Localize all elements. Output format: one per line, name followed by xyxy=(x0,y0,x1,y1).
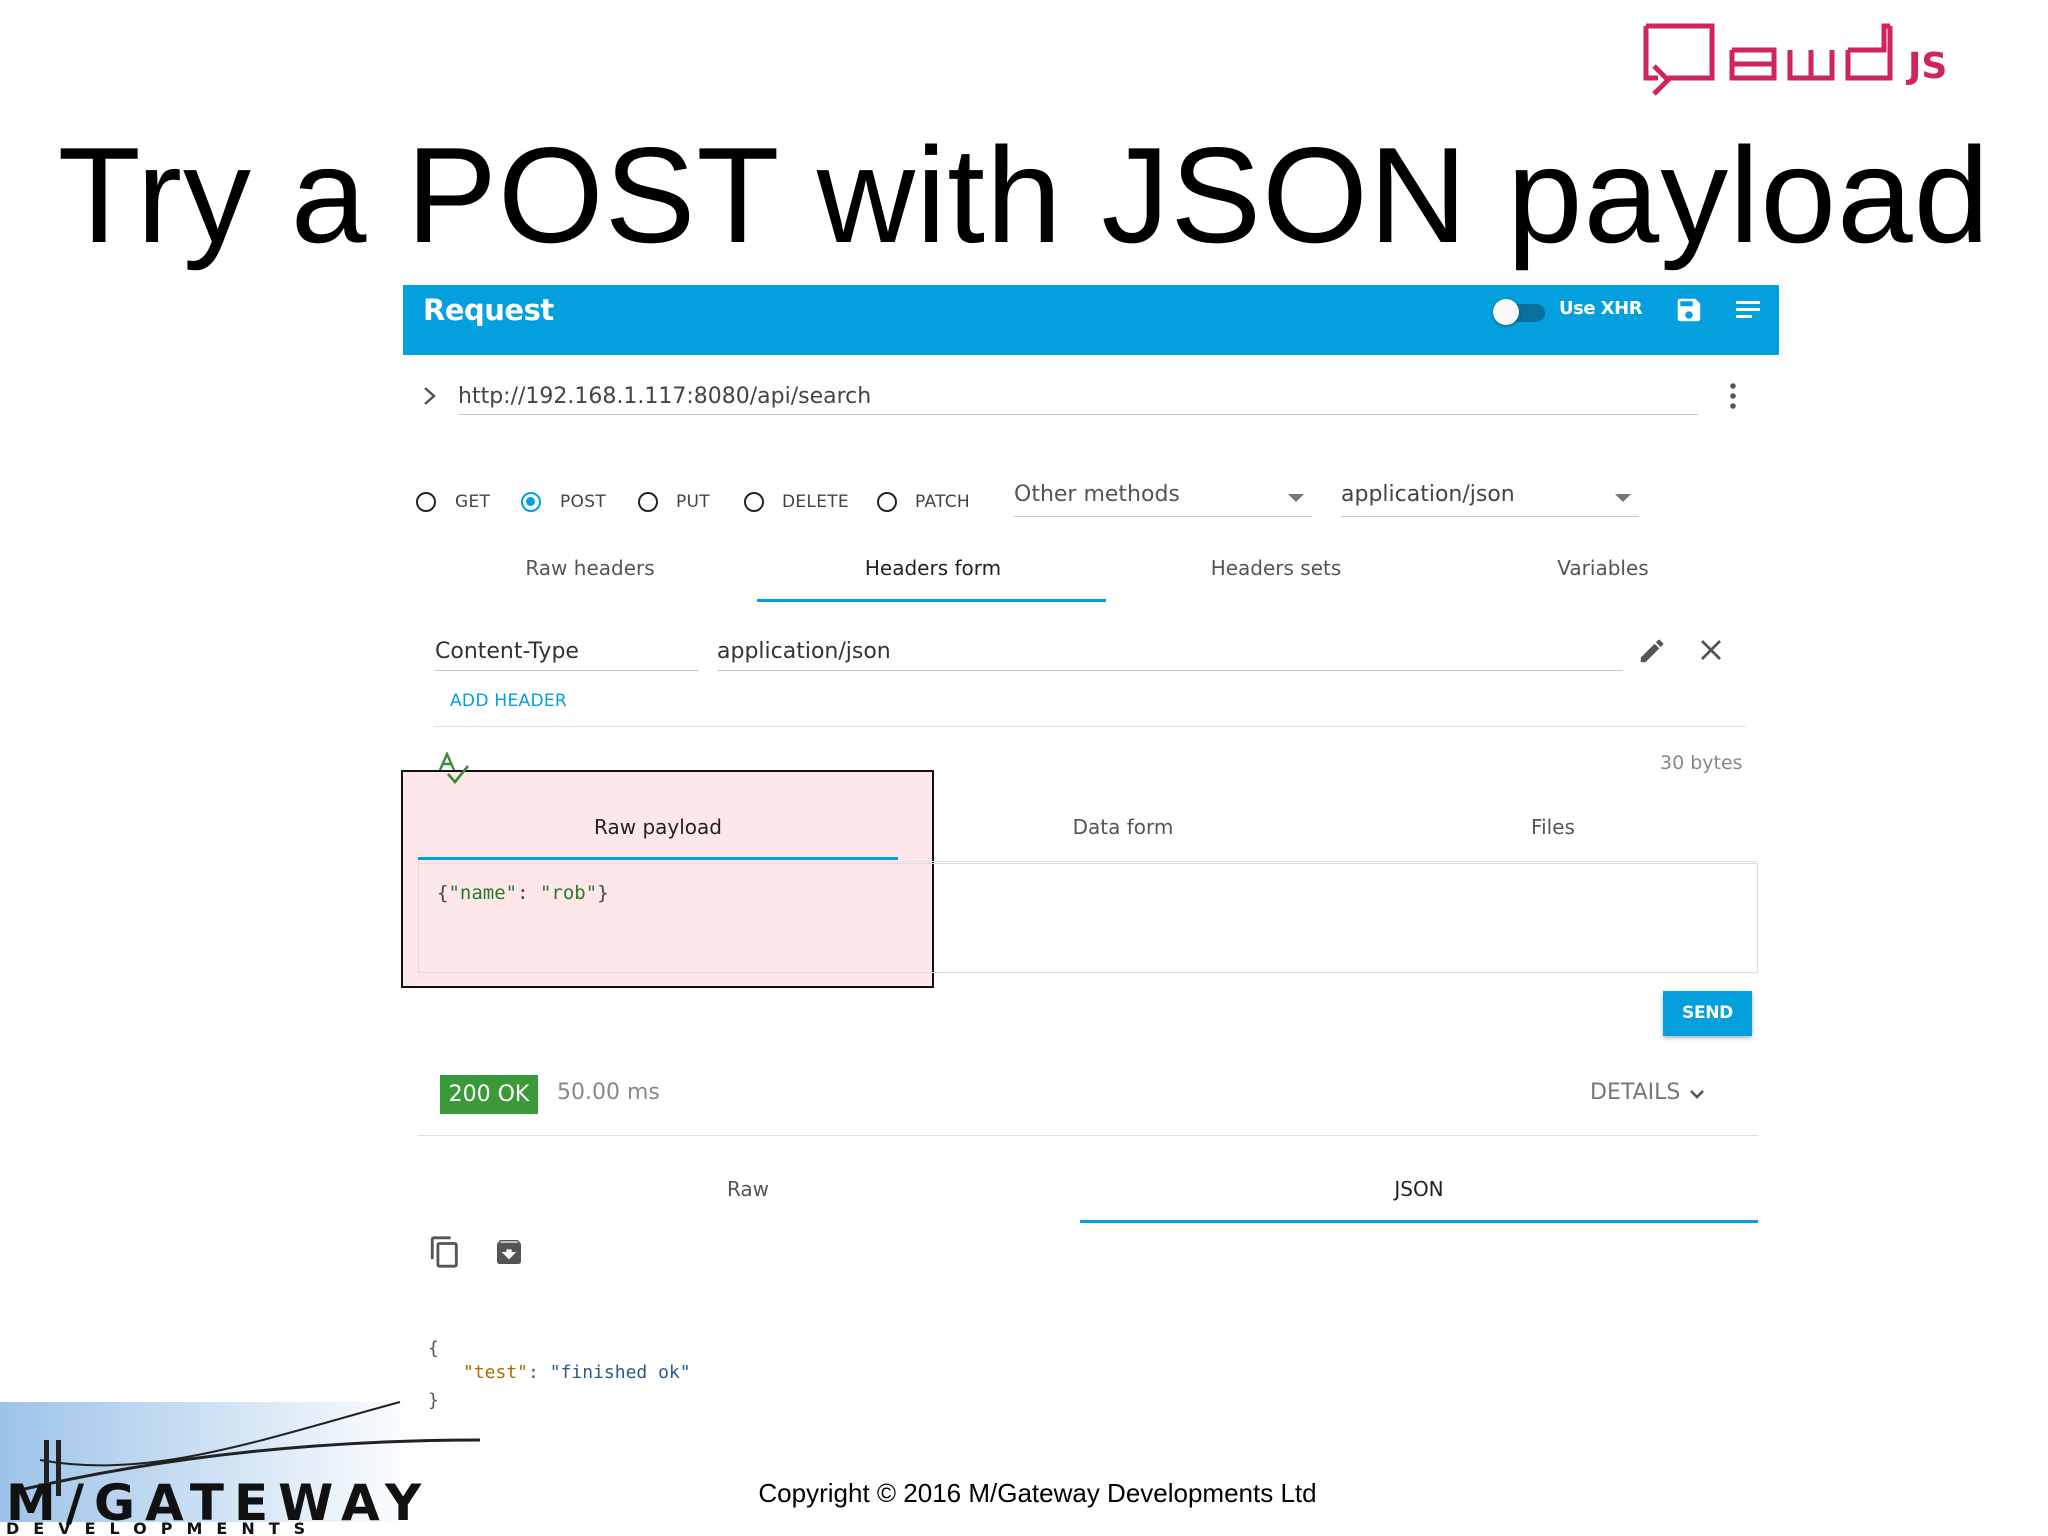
method-label-patch: PATCH xyxy=(915,492,971,512)
use-xhr-toggle[interactable] xyxy=(1493,298,1547,325)
content-type-select-value: application/json xyxy=(1341,482,1515,507)
archive-icon[interactable] xyxy=(493,1236,525,1268)
dropdown-caret-icon xyxy=(1288,494,1304,502)
mgateway-logo: M/GATEWAY DEVELOPMENTS xyxy=(0,1401,481,1536)
method-label-delete: DELETE xyxy=(782,492,849,512)
status-badge: 200 OK xyxy=(440,1075,538,1114)
json-colon: : xyxy=(528,1362,550,1383)
dropdown-caret-icon xyxy=(1615,494,1631,502)
use-xhr-label: Use XHR xyxy=(1559,298,1643,319)
divider xyxy=(898,861,1758,862)
method-label-post: POST xyxy=(560,492,607,512)
radio-post[interactable] xyxy=(521,492,541,512)
tab-response-json[interactable]: JSON xyxy=(1080,1177,1758,1201)
copy-icon[interactable] xyxy=(428,1234,462,1270)
method-label-get: GET xyxy=(455,492,491,512)
slide-title: Try a POST with JSON payload xyxy=(57,119,1991,271)
save-icon[interactable] xyxy=(1674,295,1704,325)
logo-text-bottom: DEVELOPMENTS xyxy=(6,1519,319,1536)
edit-pencil-icon[interactable] xyxy=(1637,636,1667,666)
radio-put[interactable] xyxy=(638,492,658,512)
divider xyxy=(418,1135,1758,1136)
copyright-text: Copyright © 2016 M/Gateway Developments … xyxy=(758,1478,1317,1508)
more-vertical-icon[interactable] xyxy=(1727,381,1739,411)
tab-variables[interactable]: Variables xyxy=(1446,556,1760,580)
other-methods-select[interactable]: Other methods xyxy=(1014,478,1312,517)
header-name-field[interactable] xyxy=(435,632,699,671)
tab-files[interactable]: Files xyxy=(1348,815,1758,839)
response-time: 50.00 ms xyxy=(557,1080,660,1105)
divider xyxy=(434,726,1746,727)
method-label-put: PUT xyxy=(676,492,710,512)
toggle-knob xyxy=(1493,299,1519,325)
json-brace: { xyxy=(428,1338,439,1359)
json-colon: : xyxy=(517,882,540,904)
request-toolbar: Request Use XHR xyxy=(403,285,1779,355)
details-button[interactable]: DETAILS xyxy=(1590,1080,1680,1105)
json-key: "test" xyxy=(463,1362,529,1383)
radio-delete[interactable] xyxy=(744,492,764,512)
json-value: "rob" xyxy=(539,882,598,904)
active-tab-indicator xyxy=(757,599,1106,602)
chevron-right-icon[interactable] xyxy=(420,384,440,408)
spellcheck-icon[interactable] xyxy=(436,752,472,786)
tab-data-form[interactable]: Data form xyxy=(898,815,1348,839)
tab-headers-sets[interactable]: Headers sets xyxy=(1106,556,1446,580)
active-tab-indicator xyxy=(418,857,898,860)
tab-headers-form[interactable]: Headers form xyxy=(760,556,1106,580)
add-header-button[interactable]: ADD HEADER xyxy=(450,691,567,711)
tab-response-raw[interactable]: Raw xyxy=(418,1177,1078,1201)
radio-patch[interactable] xyxy=(877,492,897,512)
json-brace: { xyxy=(437,882,449,904)
url-input[interactable] xyxy=(458,378,1698,415)
qewd-logo-suffix: JS xyxy=(1905,46,1947,87)
json-line: "test": "finished ok" xyxy=(463,1362,691,1383)
payload-size: 30 bytes xyxy=(1660,752,1743,774)
request-title: Request xyxy=(423,293,554,327)
tab-raw-payload[interactable]: Raw payload xyxy=(418,815,898,839)
chevron-down-icon[interactable] xyxy=(1688,1085,1706,1103)
active-tab-indicator xyxy=(1080,1220,1758,1223)
close-icon[interactable] xyxy=(1698,637,1724,663)
payload-text[interactable]: {"name": "rob"} xyxy=(437,882,609,904)
radio-get[interactable] xyxy=(416,492,436,512)
qewd-logo: JS xyxy=(1643,23,1947,96)
send-button[interactable]: SEND xyxy=(1663,991,1752,1036)
json-value: "finished ok" xyxy=(549,1362,691,1383)
payload-editor[interactable] xyxy=(418,863,1758,973)
content-type-select[interactable]: application/json xyxy=(1341,478,1639,517)
other-methods-label: Other methods xyxy=(1014,482,1180,507)
tab-raw-headers[interactable]: Raw headers xyxy=(420,556,760,580)
menu-lines-icon[interactable] xyxy=(1733,297,1763,323)
json-key: "name" xyxy=(448,882,518,904)
json-brace: } xyxy=(597,882,609,904)
header-value-field[interactable] xyxy=(717,632,1623,671)
